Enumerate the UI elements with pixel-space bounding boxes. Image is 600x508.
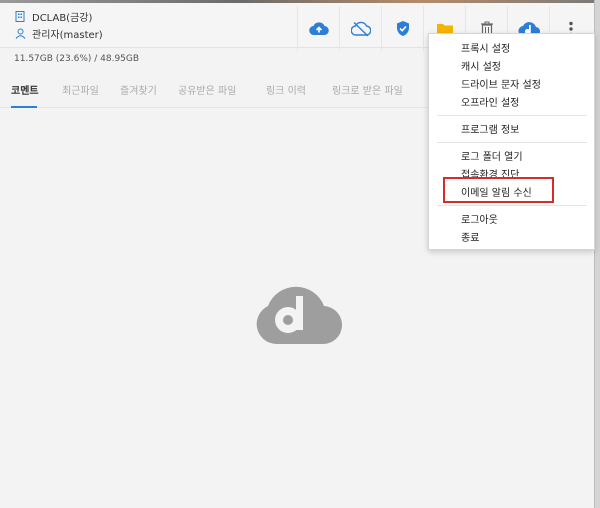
tab-favorites[interactable]: 즐겨찾기 — [120, 82, 157, 97]
menu-item-proxy-settings[interactable]: 프록시 설정 — [461, 40, 510, 55]
user-name: 관리자(master) — [32, 30, 103, 41]
menu-item-open-log-folder[interactable]: 로그 폴더 열기 — [461, 148, 523, 163]
active-tab-indicator — [11, 106, 37, 108]
menu-item-program-info[interactable]: 프로그램 정보 — [461, 121, 519, 136]
building-icon — [14, 11, 26, 23]
options-dropdown-menu: 프록시 설정 캐시 설정 드라이브 문자 설정 오프라인 설정 프로그램 정보 … — [428, 33, 595, 250]
cloud-upload-button[interactable] — [297, 6, 339, 51]
tab-link-history[interactable]: 링크 이력 — [266, 82, 306, 97]
tab-link-received-files[interactable]: 링크로 받은 파일 — [332, 82, 403, 97]
menu-separator — [437, 142, 587, 143]
cloud-upload-icon — [308, 21, 329, 35]
tab-shared-files[interactable]: 공유받은 파일 — [178, 82, 236, 97]
shield-check-icon — [396, 21, 409, 36]
tab-recent-files[interactable]: 최근파일 — [62, 82, 99, 97]
menu-item-exit[interactable]: 종료 — [461, 229, 479, 244]
menu-separator — [437, 205, 587, 206]
menu-item-logout[interactable]: 로그아웃 — [461, 211, 498, 226]
cloud-off-icon — [350, 21, 371, 37]
menu-item-drive-letter-settings[interactable]: 드라이브 문자 설정 — [461, 76, 541, 91]
empty-state-logo-icon — [256, 286, 342, 345]
security-button[interactable] — [381, 6, 423, 51]
tab-comments[interactable]: 코멘트 — [11, 82, 39, 97]
menu-separator — [437, 115, 587, 116]
organization-name: DCLAB(금강) — [32, 13, 93, 24]
user-row: 관리자(master) — [14, 26, 103, 41]
storage-usage: 11.57GB (23.6%) / 48.95GB — [14, 54, 140, 64]
user-icon — [14, 28, 26, 40]
menu-item-cache-settings[interactable]: 캐시 설정 — [461, 58, 501, 73]
organization-row: DCLAB(금강) — [14, 9, 92, 24]
cloud-off-button[interactable] — [339, 6, 381, 51]
menu-item-offline-settings[interactable]: 오프라인 설정 — [461, 94, 519, 109]
highlight-annotation-box — [443, 177, 554, 203]
